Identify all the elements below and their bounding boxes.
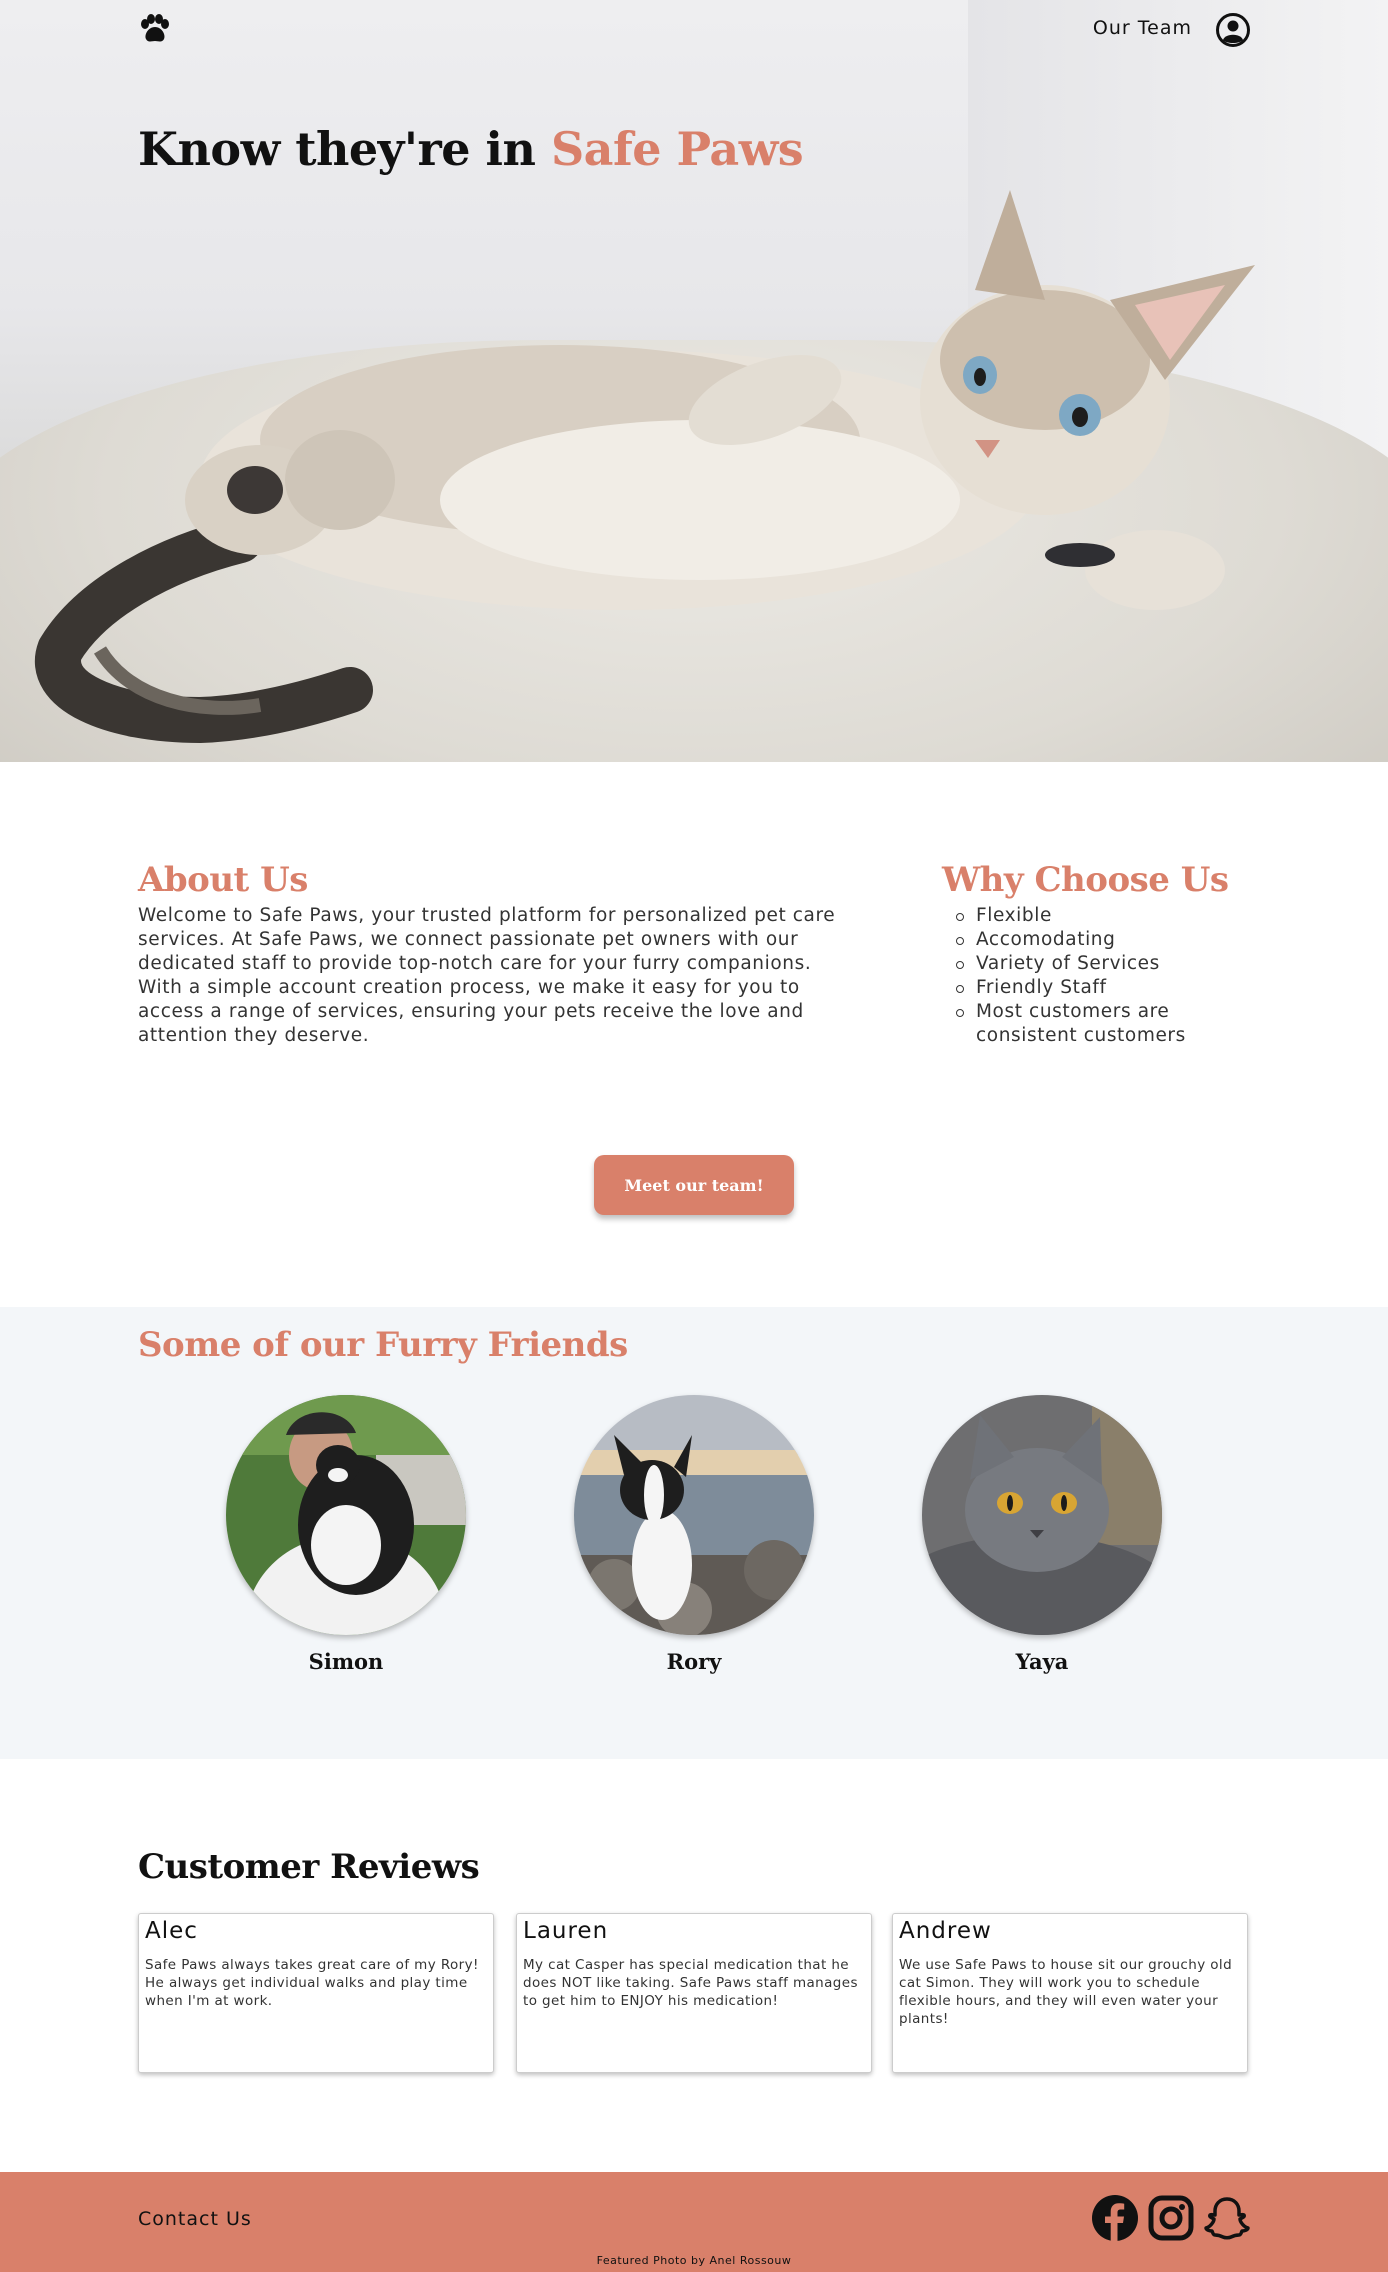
instagram-icon[interactable] <box>1148 2195 1194 2241</box>
review-card: Lauren My cat Casper has special medicat… <box>516 1913 872 2073</box>
reviewer-name: Lauren <box>523 1918 609 1944</box>
hero-section: Our Team Know they're in Safe Paws <box>0 0 1388 762</box>
pet-name-yaya: Yaya <box>1015 1649 1069 1674</box>
furry-friends-section: Some of our Furry Friends Simon Rory Yay… <box>0 1307 1388 1759</box>
pet-name-rory: Rory <box>666 1649 722 1674</box>
pet-photo-simon <box>226 1395 466 1635</box>
hero-title-brand: Safe Paws <box>550 122 804 176</box>
reviewer-name: Andrew <box>899 1918 992 1944</box>
contact-us-link[interactable]: Contact Us <box>138 2208 252 2230</box>
nav-our-team-link[interactable]: Our Team <box>1093 17 1192 39</box>
top-nav: Our Team <box>0 0 1388 60</box>
about-text: Welcome to Safe Paws, your trusted platf… <box>138 905 836 1046</box>
hero-title: Know they're in Safe Paws <box>138 122 804 176</box>
customer-reviews-section: Customer Reviews Alec Safe Paws always t… <box>0 1759 1388 2172</box>
footer: Contact Us Featured Photo by Anel Rossou… <box>0 2172 1388 2272</box>
review-text: We use Safe Paws to house sit our grouch… <box>899 1957 1233 2027</box>
pet-photo-yaya <box>922 1395 1162 1635</box>
why-list-item: Variety of Services <box>956 952 1262 976</box>
paw-logo-icon[interactable] <box>138 14 172 44</box>
snapchat-icon[interactable] <box>1204 2195 1250 2241</box>
why-list-item: Flexible <box>956 904 1262 928</box>
photo-credit: Featured Photo by Anel Rossouw <box>596 2254 792 2267</box>
user-account-icon[interactable] <box>1216 13 1250 47</box>
friends-heading: Some of our Furry Friends <box>138 1325 628 1365</box>
review-card: Alec Safe Paws always takes great care o… <box>138 1913 494 2073</box>
why-list-item: Friendly Staff <box>956 976 1262 1000</box>
meet-our-team-button[interactable]: Meet our team! <box>594 1155 794 1215</box>
why-list-item: Accomodating <box>956 928 1262 952</box>
about-section: About Us Welcome to Safe Paws, your trus… <box>0 762 1388 1307</box>
review-text: Safe Paws always takes great care of my … <box>145 1957 479 2009</box>
reviewer-name: Alec <box>145 1918 198 1944</box>
pet-card-simon: Simon <box>226 1395 466 1674</box>
about-column: About Us Welcome to Safe Paws, your trus… <box>138 858 838 1048</box>
review-card: Andrew We use Safe Paws to house sit our… <box>892 1913 1248 2073</box>
pet-card-rory: Rory <box>574 1395 814 1674</box>
reviews-heading: Customer Reviews <box>138 1847 480 1887</box>
pet-name-simon: Simon <box>308 1649 384 1674</box>
pet-card-yaya: Yaya <box>922 1395 1162 1674</box>
about-heading: About Us <box>138 860 308 900</box>
review-text: My cat Casper has special medication tha… <box>523 1957 858 2009</box>
facebook-icon[interactable] <box>1092 2195 1138 2241</box>
why-choose-column: Why Choose Us Flexible Accomodating Vari… <box>942 858 1262 1048</box>
why-list-item: Most customers are consistent customers <box>956 1000 1262 1048</box>
why-list: Flexible Accomodating Variety of Service… <box>942 904 1262 1048</box>
why-heading: Why Choose Us <box>942 860 1229 900</box>
hero-kitten-image <box>35 190 1255 744</box>
hero-title-prefix: Know they're in <box>138 122 551 176</box>
social-links <box>1092 2195 1250 2241</box>
pet-photo-rory <box>574 1395 814 1635</box>
